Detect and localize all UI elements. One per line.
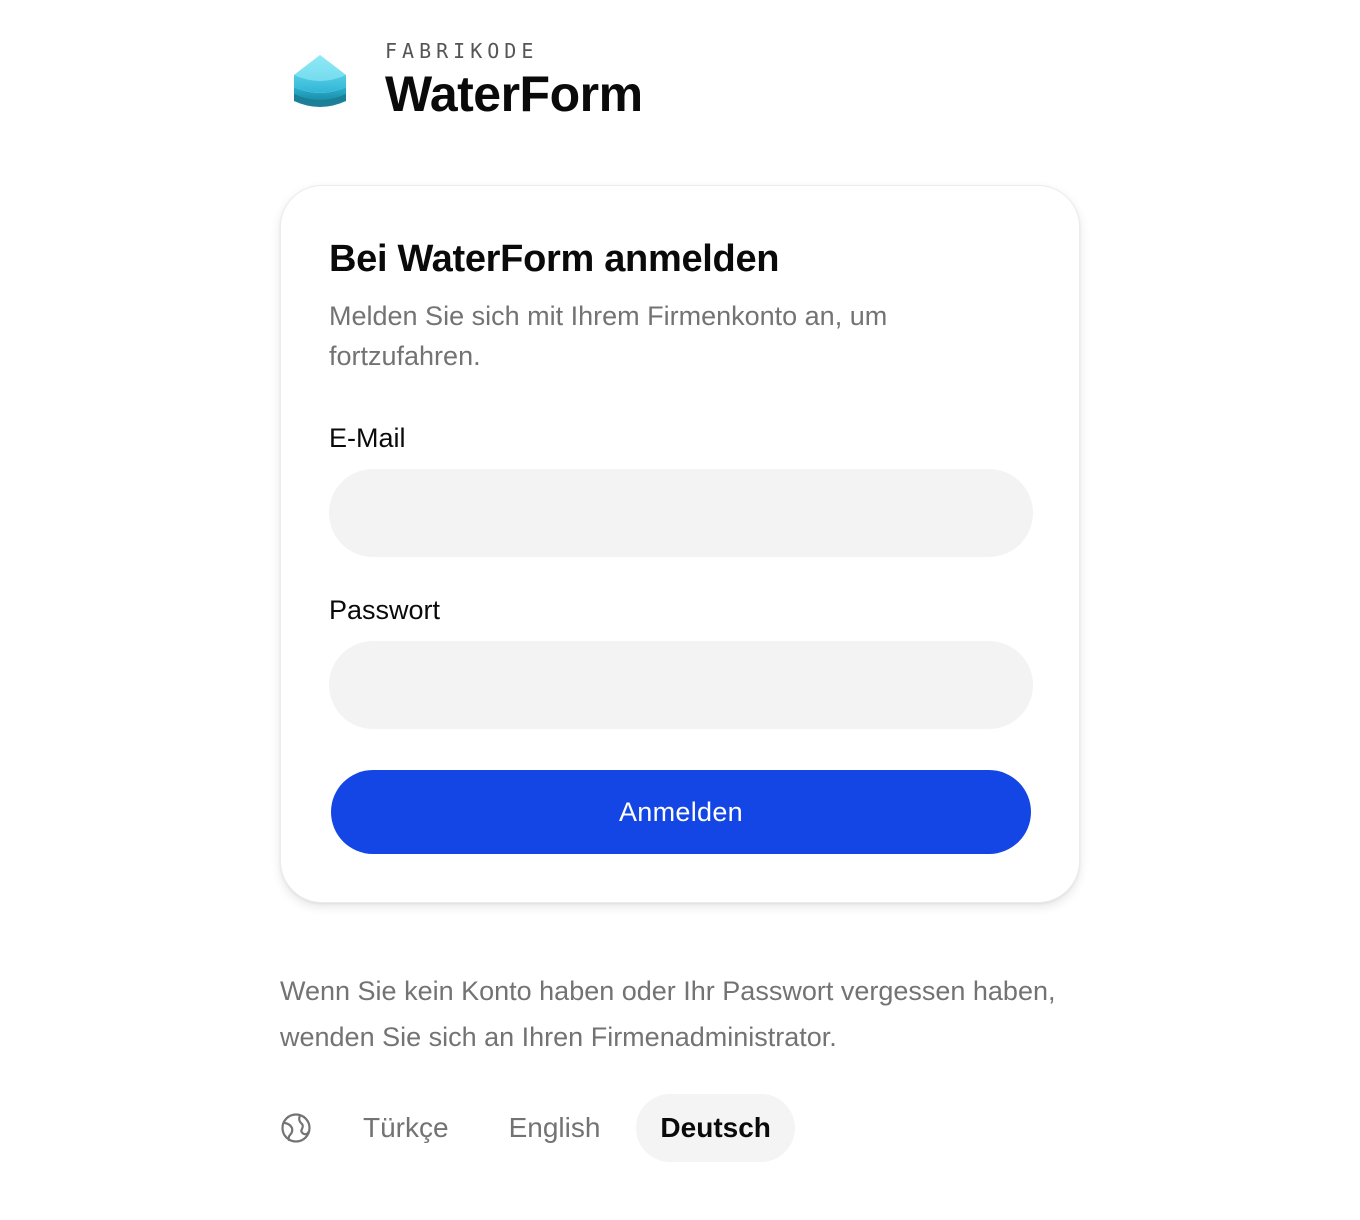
product-name: WaterForm xyxy=(385,66,643,122)
email-label: E-Mail xyxy=(329,423,406,453)
layered-water-drop-logo-icon xyxy=(294,55,346,107)
password-input[interactable] xyxy=(329,641,1033,729)
language-option-turkish[interactable]: Türkçe xyxy=(339,1094,473,1162)
login-title: Bei WaterForm anmelden xyxy=(329,238,780,280)
login-card: Bei WaterForm anmelden Melden Sie sich m… xyxy=(280,185,1080,903)
login-submit-button[interactable]: Anmelden xyxy=(331,770,1031,854)
brand-text: FABRIKODE WaterForm xyxy=(385,40,643,122)
language-option-english[interactable]: English xyxy=(485,1094,625,1162)
brand-header: FABRIKODE WaterForm xyxy=(290,40,643,130)
help-text: Wenn Sie kein Konto haben oder Ihr Passw… xyxy=(280,976,1056,1052)
language-option-german[interactable]: Deutsch xyxy=(636,1094,795,1162)
language-switcher: Türkçe English Deutsch xyxy=(280,1094,807,1162)
password-label: Passwort xyxy=(329,595,441,625)
company-name: FABRIKODE xyxy=(385,39,539,63)
login-subtitle: Melden Sie sich mit Ihrem Firmenkonto an… xyxy=(329,301,888,371)
email-input[interactable] xyxy=(329,469,1033,557)
globe-icon xyxy=(281,1113,311,1143)
